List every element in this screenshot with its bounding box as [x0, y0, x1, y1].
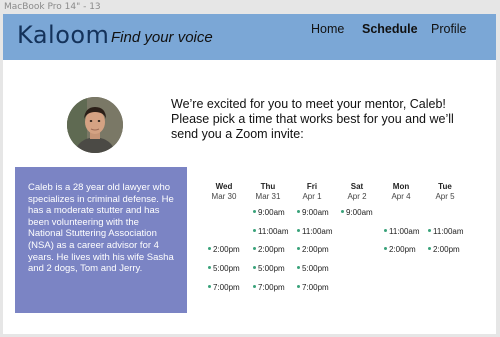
frame-label: MacBook Pro 14" - 13	[4, 2, 101, 12]
mentor-avatar	[67, 97, 123, 153]
time-slot-fri-7pm[interactable]: 7:00pm	[297, 283, 329, 292]
time-slot-mon-11am[interactable]: 11:00am	[384, 227, 420, 236]
time-slot-wed-7pm[interactable]: 7:00pm	[208, 283, 240, 292]
available-dot	[253, 247, 256, 251]
available-dot	[384, 247, 387, 251]
slot-time: 9:00am	[346, 208, 373, 217]
available-dot	[253, 285, 256, 289]
day-header-thu: Thu Mar 31	[247, 182, 289, 201]
app-frame: Kaloom Find your voice Home Schedule Pro…	[3, 14, 496, 334]
day-date: Apr 4	[391, 192, 411, 201]
slot-time: 11:00am	[302, 227, 333, 236]
kaloom-logo[interactable]: Kaloom	[17, 21, 109, 49]
day-name: Mon	[392, 182, 410, 191]
time-slot-fri-11am[interactable]: 11:00am	[297, 227, 333, 236]
time-slot-mon-2pm[interactable]: 2:00pm	[384, 245, 416, 254]
slot-time: 11:00am	[258, 227, 289, 236]
day-date: Mar 30	[211, 192, 237, 201]
day-header-fri: Fri Apr 1	[291, 182, 333, 201]
slot-time: 2:00pm	[258, 245, 285, 254]
day-name: Sat	[350, 182, 364, 191]
time-slot-wed-2pm[interactable]: 2:00pm	[208, 245, 240, 254]
time-slot-fri-5pm[interactable]: 5:00pm	[297, 264, 329, 273]
day-name: Wed	[215, 182, 233, 191]
intro-text: We’re excited for you to meet your mento…	[171, 97, 454, 141]
available-dot	[297, 210, 300, 214]
time-slot-tue-11am[interactable]: 11:00am	[428, 227, 464, 236]
day-header-sat: Sat Apr 2	[336, 182, 378, 201]
time-slot-thu-5pm[interactable]: 5:00pm	[253, 264, 285, 273]
slot-time: 2:00pm	[389, 245, 416, 254]
day-date: Apr 5	[435, 192, 455, 201]
time-slot-tue-2pm[interactable]: 2:00pm	[428, 245, 460, 254]
time-slot-thu-9am[interactable]: 9:00am	[253, 208, 285, 217]
time-slot-thu-2pm[interactable]: 2:00pm	[253, 245, 285, 254]
time-slot-fri-2pm[interactable]: 2:00pm	[297, 245, 329, 254]
available-dot	[253, 266, 256, 270]
day-name: Fri	[306, 182, 318, 191]
day-date: Apr 2	[347, 192, 367, 201]
slot-time: 7:00pm	[213, 283, 240, 292]
slot-time: 2:00pm	[433, 245, 460, 254]
slot-time: 9:00am	[258, 208, 285, 217]
header: Kaloom Find your voice Home Schedule Pro…	[3, 14, 496, 60]
slot-time: 11:00am	[389, 227, 420, 236]
available-dot	[208, 247, 211, 251]
slot-time: 7:00pm	[302, 283, 329, 292]
time-slot-thu-7pm[interactable]: 7:00pm	[253, 283, 285, 292]
available-dot	[253, 210, 256, 214]
available-dot	[297, 229, 300, 233]
slot-time: 5:00pm	[213, 264, 240, 273]
slot-time: 5:00pm	[302, 264, 329, 273]
nav-schedule[interactable]: Schedule	[362, 22, 418, 36]
day-name: Tue	[438, 182, 452, 191]
slot-time: 5:00pm	[258, 264, 285, 273]
mentor-bio: Caleb is a 28 year old lawyer who specia…	[28, 182, 174, 275]
nav-home[interactable]: Home	[311, 22, 344, 36]
day-header-wed: Wed Mar 30	[203, 182, 245, 201]
time-slot-thu-11am[interactable]: 11:00am	[253, 227, 289, 236]
tagline: Find your voice	[111, 29, 213, 46]
time-slot-fri-9am[interactable]: 9:00am	[297, 208, 329, 217]
day-header-tue: Tue Apr 5	[424, 182, 466, 201]
available-dot	[428, 229, 431, 233]
available-dot	[341, 210, 344, 214]
nav-profile[interactable]: Profile	[431, 22, 466, 36]
day-header-mon: Mon Apr 4	[380, 182, 422, 201]
slot-time: 7:00pm	[258, 283, 285, 292]
time-slot-sat-9am[interactable]: 9:00am	[341, 208, 373, 217]
available-dot	[297, 266, 300, 270]
day-date: Mar 31	[255, 192, 281, 201]
slot-time: 9:00am	[302, 208, 329, 217]
logo-text: Kaloom	[17, 21, 110, 49]
available-dot	[297, 285, 300, 289]
available-dot	[208, 285, 211, 289]
slot-time: 2:00pm	[302, 245, 329, 254]
mentor-bio-card: Caleb is a 28 year old lawyer who specia…	[15, 167, 187, 313]
available-dot	[384, 229, 387, 233]
slot-time: 11:00am	[433, 227, 464, 236]
available-dot	[208, 266, 211, 270]
available-dot	[253, 229, 256, 233]
available-dot	[428, 247, 431, 251]
day-name: Thu	[260, 182, 276, 191]
day-date: Apr 1	[302, 192, 322, 201]
available-dot	[297, 247, 300, 251]
slot-time: 2:00pm	[213, 245, 240, 254]
time-slot-wed-5pm[interactable]: 5:00pm	[208, 264, 240, 273]
